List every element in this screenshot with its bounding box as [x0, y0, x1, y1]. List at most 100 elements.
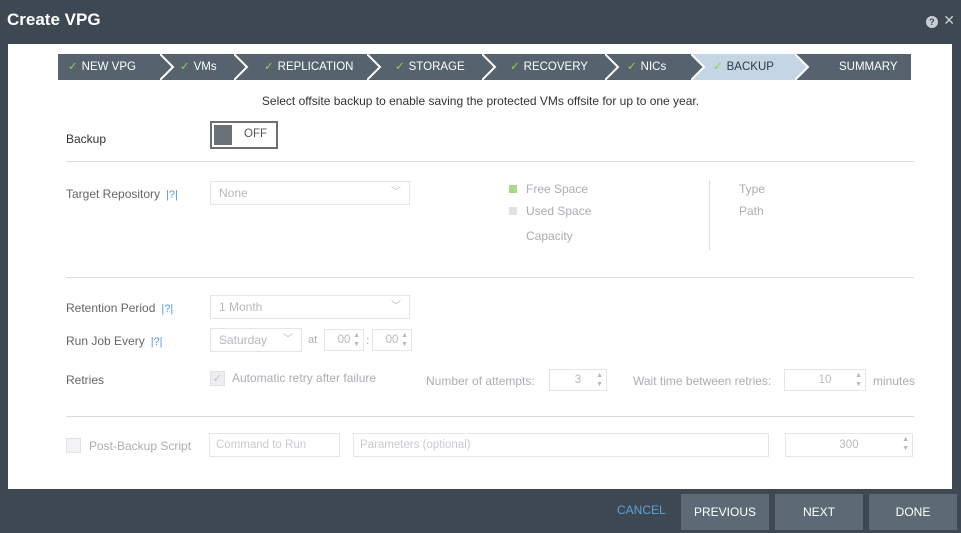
timeout-stepper[interactable]: 300 ▲ ▼	[785, 433, 913, 457]
type-label: Type	[739, 182, 766, 196]
select-value: None	[219, 186, 248, 200]
time-separator: :	[366, 333, 370, 347]
spin-arrows-icon[interactable]: ▲ ▼	[596, 371, 603, 389]
chevron-down-icon: ﹀	[391, 187, 401, 198]
backup-toggle[interactable]: OFF	[210, 121, 278, 149]
check-icon: ✓	[510, 61, 520, 73]
stepper-value: 3	[574, 374, 582, 386]
stepper-value: 10	[818, 374, 832, 386]
step-label-replication: ✓ REPLICATION	[264, 54, 353, 80]
wizard-body: ✓ NEW VPG ✓ VMs ✓ REPLICATION ✓ STORAGE ✓ REC…	[0, 44, 961, 489]
spin-arrows-icon[interactable]: ▲ ▼	[353, 331, 360, 349]
previous-button[interactable]: PREVIOUS	[681, 494, 769, 530]
post-backup-label: Post-Backup Script	[89, 439, 192, 453]
post-backup-checkbox[interactable]	[66, 438, 81, 453]
step-text: NICs	[640, 61, 667, 73]
help-icon[interactable]: ?	[925, 16, 938, 28]
step-new-vpg[interactable]: ✓ NEW VPG	[58, 54, 174, 80]
retention-period-label: Retention Period |?|	[66, 301, 173, 315]
step-text: RECOVERY	[523, 61, 588, 73]
step-text: SUMMARY	[839, 61, 898, 73]
stepper-value: 00	[385, 334, 399, 346]
attempts-label: Number of attempts:	[426, 374, 535, 388]
wizard-steps: ✓ NEW VPG ✓ VMs ✓ REPLICATION ✓ STORAGE ✓ REC…	[58, 54, 911, 80]
run-job-label: Run Job Every |?|	[66, 334, 163, 348]
step-text: BACKUP	[726, 61, 774, 73]
backup-label: Backup	[66, 132, 107, 146]
run-job-day-select[interactable]: Saturday ﹀	[210, 328, 302, 352]
path-label: Path	[739, 204, 764, 218]
step-summary[interactable]: SUMMARY	[795, 54, 911, 80]
toggle-state: OFF	[244, 128, 267, 140]
auto-retry-label: Automatic retry after failure	[232, 371, 377, 385]
step-label-backup: ✓ BACKUP	[713, 54, 774, 80]
parameters-input[interactable]: Parameters (optional)	[353, 433, 769, 457]
step-label-storage: ✓ STORAGE	[395, 54, 465, 80]
select-value: 1 Month	[219, 300, 263, 314]
wait-time-label: Wait time between retries:	[633, 374, 772, 388]
wizard-footer: CANCEL PREVIOUS NEXT DONE	[0, 489, 961, 533]
help-link[interactable]: |?|	[151, 336, 163, 348]
window-title: Create VPG	[7, 10, 101, 29]
command-input[interactable]: Command to Run	[209, 433, 340, 457]
window-titlebar: Create VPG ? ✕	[0, 0, 961, 44]
check-icon: ✓	[264, 61, 274, 73]
attempts-stepper[interactable]: 3 ▲ ▼	[549, 369, 607, 391]
used-space-swatch	[509, 207, 517, 215]
titlebar-icons: ? ✕	[925, 12, 955, 29]
step-backup[interactable]: ✓ BACKUP	[691, 54, 808, 80]
check-icon: ✓	[627, 61, 637, 73]
step-label-vms: ✓ VMs	[180, 54, 217, 80]
step-label-nics: ✓ NICs	[627, 54, 666, 80]
chevron-down-icon: ﹀	[391, 301, 401, 312]
vertical-separator	[709, 180, 710, 250]
free-space-swatch	[509, 185, 517, 193]
help-link[interactable]: |?|	[161, 303, 173, 315]
step-label-recovery: ✓ RECOVERY	[510, 54, 588, 80]
at-label: at	[308, 334, 318, 346]
done-button[interactable]: DONE	[869, 494, 957, 530]
chevron-down-icon: ﹀	[283, 334, 293, 345]
divider	[66, 416, 914, 417]
auto-retry-checkbox[interactable]: ✓	[210, 371, 225, 386]
check-icon: ✓	[395, 61, 405, 73]
divider	[66, 277, 914, 278]
help-link[interactable]: |?|	[166, 189, 178, 201]
select-value: Saturday	[219, 333, 268, 347]
retention-period-select[interactable]: 1 Month ﹀	[210, 295, 410, 319]
target-repository-select[interactable]: None ﹀	[210, 181, 410, 205]
retries-label: Retries	[66, 373, 105, 387]
check-icon: ✓	[713, 61, 723, 73]
stepper-value: 00	[337, 334, 351, 346]
divider	[66, 161, 914, 162]
spin-arrows-icon[interactable]: ▲ ▼	[401, 331, 408, 349]
minute-stepper[interactable]: 00 ▲ ▼	[372, 329, 412, 351]
spin-arrows-icon[interactable]: ▲ ▼	[902, 435, 909, 453]
step-label-summary: SUMMARY	[839, 54, 898, 80]
step-text: VMs	[193, 61, 217, 73]
capacity-label: Capacity	[526, 229, 573, 243]
step-recovery[interactable]: ✓ RECOVERY	[482, 54, 618, 80]
run-job-text: Run Job Every	[66, 334, 145, 348]
target-repository-label: Target Repository |?|	[66, 187, 178, 201]
minutes-label: minutes	[873, 374, 916, 388]
step-nics[interactable]: ✓ NICs	[605, 54, 704, 80]
intro-text: Select offsite backup to enable saving t…	[261, 94, 700, 108]
step-storage[interactable]: ✓ STORAGE	[367, 54, 495, 80]
next-button[interactable]: NEXT	[775, 494, 863, 530]
spin-arrows-icon[interactable]: ▲ ▼	[855, 371, 862, 389]
hour-stepper[interactable]: 00 ▲ ▼	[324, 329, 364, 351]
step-text: STORAGE	[408, 61, 465, 73]
step-text: NEW VPG	[81, 61, 136, 73]
close-icon[interactable]: ✕	[943, 12, 955, 28]
step-replication[interactable]: ✓ REPLICATION	[234, 54, 380, 80]
free-space-label: Free Space	[526, 182, 589, 196]
wait-time-stepper[interactable]: 10 ▲ ▼	[784, 369, 866, 391]
cancel-button[interactable]: CANCEL	[617, 503, 666, 517]
retention-text: Retention Period	[66, 301, 156, 315]
step-label-new-vpg: ✓ NEW VPG	[68, 54, 136, 80]
toggle-knob	[214, 125, 232, 145]
stepper-value: 300	[839, 439, 859, 451]
step-text: REPLICATION	[277, 61, 354, 73]
check-icon: ✓	[68, 61, 78, 73]
